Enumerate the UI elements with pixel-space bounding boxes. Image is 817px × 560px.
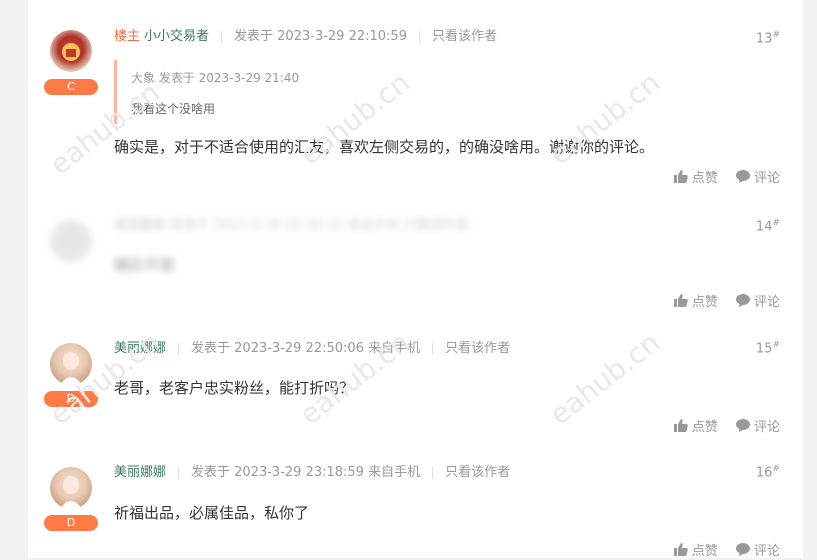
post-meta: 美丽娜娜 发表于 2023-3-29 23:18:59 来自手机 只看该作者 (114, 463, 510, 483)
post-content: 祈福出品，必属佳品，私你了 (114, 504, 310, 522)
divider (418, 30, 420, 43)
quote-meta: 大象 发表于 2023-3-29 21:40 (131, 71, 300, 85)
only-author-link[interactable]: 只看该作者 (445, 465, 510, 480)
like-button[interactable]: 点赞 (673, 416, 718, 435)
comment-label: 评论 (753, 295, 780, 310)
post-time: 发表于 2023-3-29 22:10:59 (234, 29, 407, 44)
post-content-blurred: 确实不错 (114, 256, 175, 274)
comment-label: 评论 (753, 171, 780, 186)
comment-icon (735, 543, 750, 556)
post-meta: 美丽娜娜 发表于 2023-3-29 22:50:06 来自手机 只看该作者 (114, 339, 510, 359)
comment-icon (735, 419, 750, 432)
floor-number[interactable]: 15# (756, 340, 780, 356)
floor-mark: # (772, 218, 780, 228)
like-label: 点赞 (691, 544, 718, 559)
like-button[interactable]: 点赞 (673, 167, 718, 186)
floor-number[interactable]: 13# (756, 30, 780, 46)
floor-value: 13 (755, 31, 773, 47)
floor-mark: # (772, 340, 780, 350)
post-content: 确实是，对于不适合使用的汇友，喜欢左侧交易的，的确没啥用。谢谢你的评论。 (114, 138, 655, 156)
comment-label: 评论 (753, 544, 780, 559)
floor-number[interactable]: 14# (756, 218, 780, 234)
like-button[interactable]: 点赞 (673, 540, 718, 559)
comment-button[interactable]: 评论 (735, 416, 780, 435)
op-label: 楼主 (114, 29, 141, 44)
post-meta-blurred: 美丽娜娜 发表于 2023-3-29 22:30:15 来自手机 只看该作者 (114, 218, 469, 233)
only-author-link[interactable]: 只看该作者 (445, 341, 510, 356)
user-avatar[interactable] (50, 220, 92, 262)
avatar-image (60, 352, 82, 385)
like-button[interactable]: 点赞 (673, 291, 718, 310)
thumbs-up-icon (673, 419, 688, 432)
floor-mark: # (772, 464, 780, 474)
like-label: 点赞 (691, 171, 718, 186)
floor-value: 15 (755, 341, 773, 357)
comment-label: 评论 (753, 420, 780, 435)
divider (178, 466, 180, 479)
quote-block: 大象 发表于 2023-3-29 21:40 我看这个没啥用 (114, 60, 299, 124)
user-avatar[interactable] (50, 467, 92, 509)
divider (432, 342, 434, 355)
floor-mark: # (772, 30, 780, 40)
divider (178, 342, 180, 355)
author-link[interactable]: 小小交易者 (144, 29, 209, 44)
user-level-badge: D (44, 515, 98, 531)
divider (432, 466, 434, 479)
post-meta: 楼主 小小交易者 发表于 2023-3-29 22:10:59 只看该作者 (114, 27, 497, 47)
like-label: 点赞 (691, 295, 718, 310)
divider (221, 30, 223, 43)
floor-value: 14 (755, 219, 773, 235)
author-link[interactable]: 美丽娜娜 (114, 465, 166, 480)
floor-number[interactable]: 16# (756, 464, 780, 480)
post-list-panel: C 楼主 小小交易者 发表于 2023-3-29 22:10:59 只看该作者 13#… (28, 0, 803, 560)
avatar-image (60, 476, 82, 509)
comment-button[interactable]: 评论 (735, 167, 780, 186)
post-time: 发表于 2023-3-29 23:18:59 来自手机 (191, 465, 421, 480)
avatar-image (62, 43, 80, 61)
author-link[interactable]: 美丽娜娜 (114, 341, 166, 356)
comment-icon (735, 170, 750, 183)
thumbs-up-icon (673, 170, 688, 183)
post-actions: 点赞 评论 (660, 540, 780, 560)
quote-text: 我看这个没啥用 (131, 102, 216, 116)
like-label: 点赞 (691, 420, 718, 435)
floor-value: 16 (755, 465, 773, 481)
post-content: 老哥，老客户忠实粉丝，能打折吗？ (114, 379, 355, 397)
thumbs-up-icon (673, 543, 688, 556)
post-actions: 点赞 评论 (660, 291, 780, 311)
user-avatar[interactable] (50, 30, 92, 72)
post-actions: 点赞 评论 (660, 416, 780, 436)
post-time: 发表于 2023-3-29 22:50:06 来自手机 (191, 341, 421, 356)
comment-button[interactable]: 评论 (735, 540, 780, 559)
user-avatar[interactable] (50, 343, 92, 385)
user-level-badge: C (44, 79, 98, 95)
thumbs-up-icon (673, 294, 688, 307)
only-author-link[interactable]: 只看该作者 (432, 29, 497, 44)
post-actions: 点赞 评论 (660, 167, 780, 187)
user-level-badge: D (44, 391, 98, 407)
comment-button[interactable]: 评论 (735, 291, 780, 310)
comment-icon (735, 294, 750, 307)
